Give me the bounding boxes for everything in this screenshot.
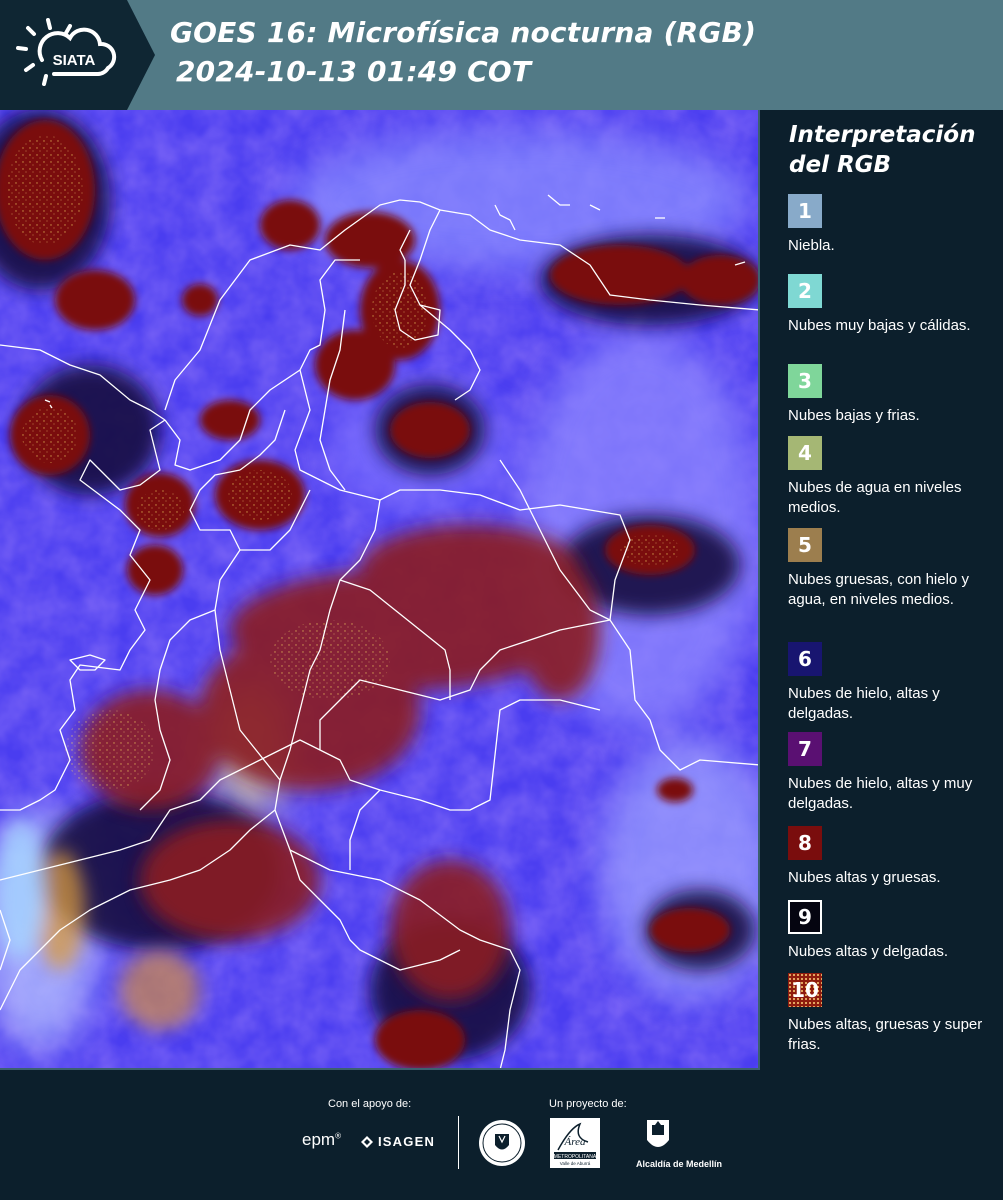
legend-item: 9 Nubes altas y delgadas. — [788, 900, 998, 962]
project-caption: Un proyecto de: — [549, 1098, 627, 1110]
legend-panel: Interpretación del RGB 1 Niebla. 2 Nubes mu… — [762, 110, 1003, 1070]
legend-label: Nubes altas y delgadas. — [788, 943, 949, 960]
legend-item: 8 Nubes altas y gruesas. — [788, 826, 998, 888]
legend-swatch: 6 — [788, 642, 822, 676]
svg-text:Área: Área — [564, 1136, 586, 1148]
legend-label: Nubes bajas y frias. — [788, 407, 920, 424]
legend-label: Nubes altas, gruesas y super frias. — [788, 1016, 983, 1053]
satellite-image — [0, 110, 758, 1068]
legend-item: 7 Nubes de hielo, altas y muy delgadas. — [788, 732, 998, 814]
timestamp: 2024-10-13 01:49 COT — [176, 55, 532, 88]
legend-label: Nubes gruesas, con hielo y agua, en nive… — [788, 571, 969, 608]
legend-label: Nubes altas y gruesas. — [788, 869, 941, 886]
legend-swatch: 2 — [788, 274, 822, 308]
legend-swatch: 8 — [788, 826, 822, 860]
legend-label: Nubes de hielo, altas y muy delgadas. — [788, 775, 973, 812]
legend-label: Nubes de hielo, altas y delgadas. — [788, 685, 940, 722]
legend-item: 4 Nubes de agua en niveles medios. — [788, 436, 998, 518]
isagen-logo: ISAGEN — [360, 1134, 435, 1149]
satellite-map — [0, 110, 760, 1070]
legend-item: 3 Nubes bajas y frias. — [788, 364, 998, 426]
legend-swatch: 10 — [788, 973, 822, 1007]
legend-item: 2 Nubes muy bajas y cálidas. — [788, 274, 998, 336]
siata-logo: SIATA — [0, 0, 155, 110]
university-seal-icon — [479, 1120, 525, 1166]
footer: Con el apoyo de: Un proyecto de: epm® IS… — [0, 1070, 1003, 1200]
siata-logo-text: SIATA — [53, 52, 96, 69]
legend-item: 5 Nubes gruesas, con hielo y agua, en niv… — [788, 528, 998, 610]
alcaldia-shield-icon — [647, 1120, 669, 1147]
legend-swatch: 4 — [788, 436, 822, 470]
legend-swatch: 3 — [788, 364, 822, 398]
area-metropolitana-mark-icon: Área METROPOLITANA Valle de Aburrá — [550, 1118, 600, 1168]
legend-swatch: 9 — [788, 900, 822, 934]
alcaldia-logo-text: Alcaldía de Medellín — [636, 1159, 723, 1169]
legend-label: Nubes de agua en niveles medios. — [788, 479, 962, 516]
legend-item: 10 Nubes altas, gruesas y super frias. — [788, 973, 998, 1055]
legend-label: Nubes muy bajas y cálidas. — [788, 317, 971, 334]
support-caption: Con el apoyo de: — [328, 1098, 412, 1110]
epm-logo: epm® — [302, 1130, 341, 1149]
epm-logo-text: epm — [302, 1130, 336, 1149]
legend-swatch: 1 — [788, 194, 822, 228]
area-metropolitana-logo: Área METROPOLITANA Valle de Aburrá — [550, 1118, 600, 1168]
isagen-mark-icon — [361, 1135, 373, 1148]
header-bar: SIATA GOES 16: Microfísica nocturna (RGB… — [0, 0, 1003, 110]
svg-text:Valle de Aburrá: Valle de Aburrá — [560, 1161, 591, 1166]
legend-label: Niebla. — [788, 237, 835, 254]
legend-title: Interpretación del RGB — [789, 122, 976, 178]
siata-sun-icon: SIATA — [16, 18, 117, 86]
isagen-logo-text: ISAGEN — [378, 1134, 436, 1149]
footer-divider — [458, 1116, 459, 1169]
legend-item: 6 Nubes de hielo, altas y delgadas. — [788, 642, 998, 724]
svg-text:METROPOLITANA: METROPOLITANA — [554, 1154, 597, 1160]
legend-item: 1 Niebla. — [788, 194, 998, 256]
legend-swatch: 7 — [788, 732, 822, 766]
legend-swatch: 5 — [788, 528, 822, 562]
page-title: GOES 16: Microfísica nocturna (RGB) — [170, 16, 757, 49]
